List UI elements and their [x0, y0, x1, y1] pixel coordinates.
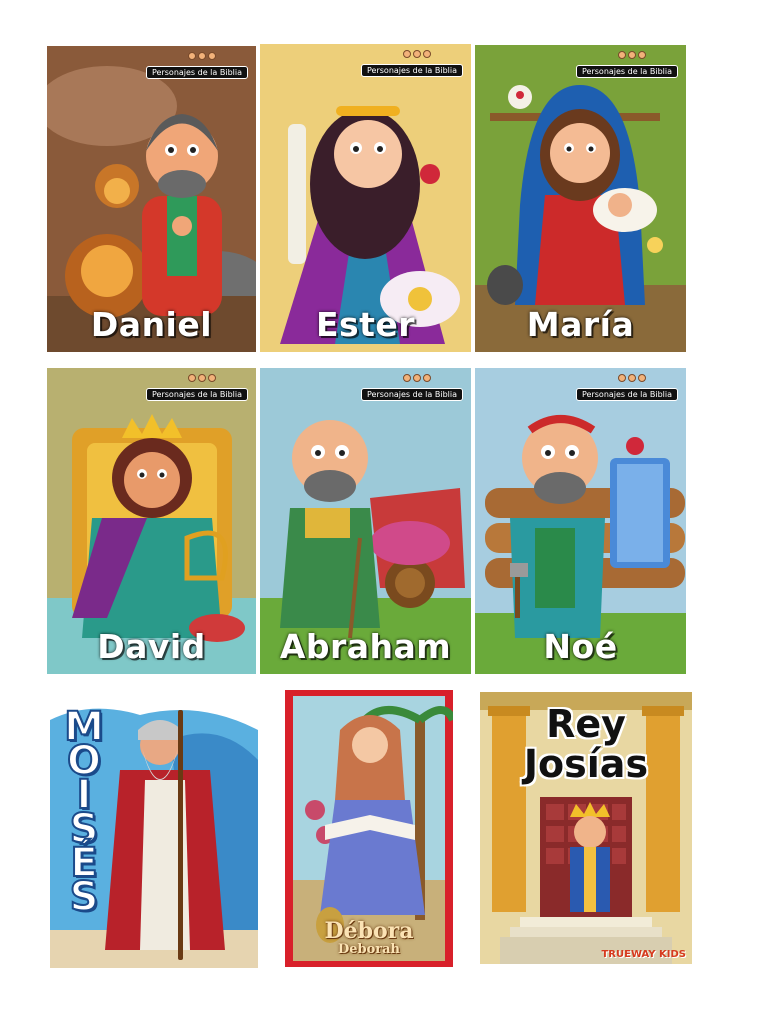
series-faces-icon — [188, 52, 216, 60]
card-maria[interactable]: Personajes de la Biblia María — [475, 45, 686, 352]
character-name: María — [526, 305, 635, 344]
character-name: Abraham — [279, 627, 452, 666]
card-abraham[interactable]: Personajes de la Biblia Abraham — [260, 368, 471, 674]
josias-title: Rey Josías — [480, 704, 692, 784]
series-badge: Personajes de la Biblia — [361, 388, 463, 401]
moises-title: MOISÉS — [63, 704, 105, 920]
card-noe[interactable]: Personajes de la Biblia Noé — [475, 368, 686, 674]
series-faces-icon — [188, 374, 216, 382]
character-name: Daniel — [90, 305, 213, 344]
series-faces-icon — [618, 374, 646, 382]
character-name: David — [97, 627, 206, 666]
series-faces-icon — [403, 50, 431, 58]
series-badge: Personajes de la Biblia — [361, 64, 463, 77]
series-badge: Personajes de la Biblia — [576, 388, 678, 401]
debora-title-block: Débora Deborah — [285, 919, 453, 957]
card-josias[interactable]: Rey Josías TRUEWAY KIDS — [480, 692, 692, 964]
card-debora[interactable]: Débora Deborah — [285, 690, 453, 967]
series-faces-icon — [618, 51, 646, 59]
series-badge: Personajes de la Biblia — [146, 388, 248, 401]
character-name: Ester — [315, 305, 416, 344]
series-badge: Personajes de la Biblia — [146, 66, 248, 79]
card-david[interactable]: Personajes de la Biblia David — [47, 368, 256, 674]
card-daniel[interactable]: Personajes de la Biblia Daniel — [47, 46, 256, 352]
publisher-logo: TRUEWAY KIDS — [601, 949, 686, 960]
josias-title-line1: Rey — [546, 702, 626, 746]
debora-subtitle: Deborah — [337, 942, 401, 957]
character-name: Noé — [543, 627, 618, 666]
series-badge: Personajes de la Biblia — [576, 65, 678, 78]
debora-title: Débora — [324, 918, 414, 944]
series-faces-icon — [403, 374, 431, 382]
card-ester[interactable]: Personajes de la Biblia Ester — [260, 44, 471, 352]
josias-title-line2: Josías — [523, 742, 649, 786]
card-moises[interactable]: MOISÉS — [50, 700, 258, 968]
